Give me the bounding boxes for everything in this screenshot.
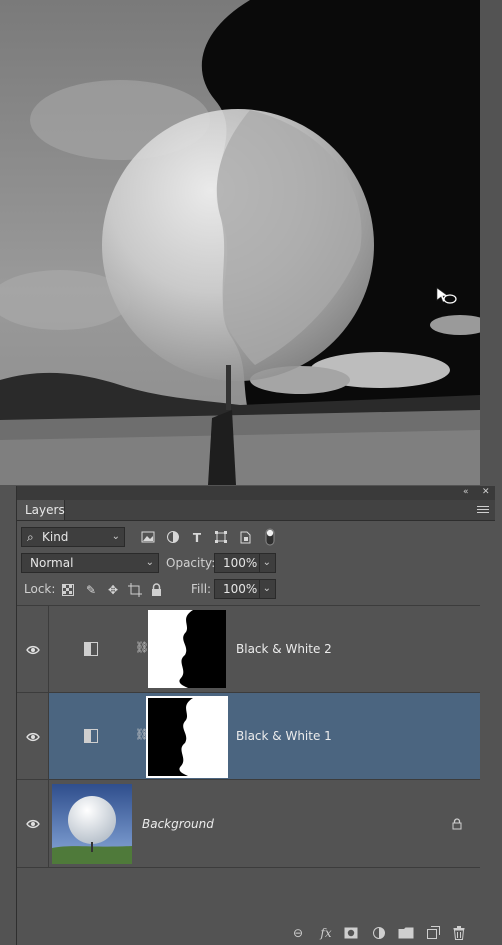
new-adjustment-layer-icon[interactable] [372, 926, 386, 940]
lock-transparent-pixels-icon[interactable] [62, 584, 74, 596]
layer-name[interactable]: Black & White 2 [236, 642, 332, 656]
opacity-value: 100% [223, 556, 258, 570]
new-layer-icon[interactable] [426, 926, 440, 940]
double-chevron-icon[interactable]: « [463, 487, 469, 497]
chevron-down-icon: ⌄ [258, 580, 271, 598]
blend-mode-value: Normal [30, 556, 74, 570]
visibility-cell[interactable] [17, 780, 49, 867]
layer-main[interactable]: Background [49, 780, 480, 867]
lock-image-pixels-icon[interactable]: ✎ [83, 582, 99, 598]
lock-icon [452, 818, 462, 830]
document-canvas[interactable] [0, 0, 480, 485]
new-group-icon[interactable] [398, 927, 414, 939]
chevron-down-icon: ⌄ [111, 531, 120, 542]
visibility-cell[interactable] [17, 693, 49, 779]
lock-row: Lock: ✎ ✥ Fill: 100% ⌄ [17, 577, 495, 601]
layer-row-selected[interactable]: ⛓ Black & White 1 [17, 693, 480, 780]
adjustment-filter-icon[interactable] [166, 530, 180, 544]
close-icon[interactable]: ✕ [482, 487, 490, 497]
eye-icon[interactable] [26, 643, 40, 657]
fill-value: 100% [223, 582, 258, 596]
background-thumbnail[interactable] [52, 784, 132, 864]
lock-label: Lock: [24, 582, 56, 596]
layer-mask-thumbnail-selected[interactable] [146, 696, 228, 778]
filter-kind-label: Kind [42, 530, 69, 544]
filter-kind-dropdown[interactable]: ⌕ Kind ⌄ [21, 527, 125, 547]
black-white-adjustment-icon [84, 729, 98, 743]
layer-name[interactable]: Black & White 1 [236, 729, 332, 743]
chevron-down-icon: ⌄ [258, 554, 271, 572]
opacity-field[interactable]: 100% ⌄ [214, 553, 276, 573]
fill-label: Fill: [191, 582, 212, 596]
fill-field[interactable]: 100% ⌄ [214, 579, 276, 599]
link-layers-icon[interactable]: ⊖ [290, 925, 306, 941]
lock-all-icon[interactable] [151, 583, 162, 596]
search-icon: ⌕ [27, 530, 34, 544]
visibility-cell[interactable] [17, 606, 49, 692]
eye-icon[interactable] [26, 730, 40, 744]
layer-mask-thumbnail[interactable] [148, 610, 226, 688]
eye-icon[interactable] [26, 817, 40, 831]
filter-row: ⌕ Kind ⌄ T [17, 526, 495, 548]
lock-artboard-icon[interactable] [128, 583, 142, 597]
add-mask-icon[interactable] [344, 927, 358, 939]
opacity-label: Opacity: [166, 556, 216, 570]
layer-row[interactable]: ⛓ Black & White 2 [17, 606, 480, 693]
link-icon[interactable]: ⛓ [135, 641, 149, 654]
layers-panel: « ✕ Layers ⌕ Kind ⌄ T Normal ⌄ Opacity: … [16, 486, 495, 945]
black-white-adjustment-icon [84, 642, 98, 656]
layer-row[interactable]: Background [17, 780, 480, 868]
fx-icon[interactable]: fx [318, 925, 334, 941]
tab-layers[interactable]: Layers [17, 500, 65, 520]
trash-icon[interactable] [453, 926, 465, 940]
layer-name[interactable]: Background [142, 817, 214, 831]
layers-list: ⛓ Black & White 2 ⛓ Black & White 1 Back… [17, 605, 480, 868]
blend-mode-dropdown[interactable]: Normal ⌄ [21, 553, 159, 573]
shape-filter-icon[interactable] [214, 530, 228, 544]
lock-position-icon[interactable]: ✥ [105, 582, 121, 598]
layer-main[interactable]: ⛓ Black & White 1 [49, 693, 480, 779]
chevron-down-icon: ⌄ [145, 557, 154, 568]
image-filter-icon[interactable] [141, 530, 155, 544]
panel-menu-icon[interactable] [477, 504, 489, 515]
filter-toggle-icon[interactable] [265, 528, 275, 546]
blend-row: Normal ⌄ Opacity: 100% ⌄ [17, 551, 495, 575]
layer-main[interactable]: ⛓ Black & White 2 [49, 606, 480, 692]
canvas-margin [480, 0, 502, 485]
panel-header-bar: « ✕ [17, 486, 495, 500]
type-filter-icon[interactable]: T [189, 530, 205, 546]
smart-object-filter-icon[interactable] [238, 530, 252, 544]
layers-bottom-toolbar: ⊖ fx [17, 921, 495, 945]
panel-tab-row: Layers [17, 500, 495, 521]
